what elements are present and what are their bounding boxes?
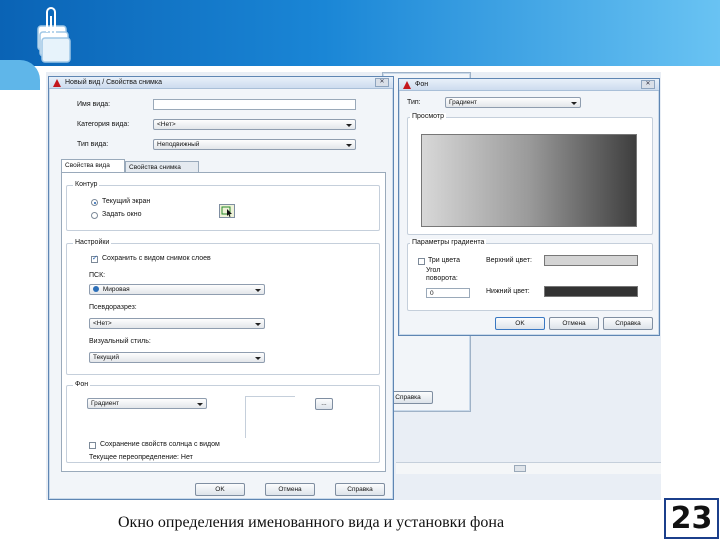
save-layers-label: Сохранить с видом снимок слоев (102, 255, 211, 262)
background-dialog-title: Фон (415, 81, 429, 88)
ucs-value: Мировая (102, 286, 130, 293)
chevron-down-icon (255, 289, 261, 292)
screenshot-area: Справка Новый вид / Свойства снимка ✕ Им… (46, 72, 661, 500)
chevron-down-icon (255, 357, 261, 360)
bottom-color-label: Нижний цвет: (486, 288, 530, 295)
pick-cursor-icon (221, 206, 232, 217)
view-category-value: <Нет> (157, 121, 176, 128)
section-value: <Нет> (93, 320, 112, 327)
bg-help-button[interactable]: Справка (603, 317, 653, 330)
autocad-icon (53, 78, 62, 87)
ucs-label: ПСК: (89, 272, 106, 279)
top-color-swatch[interactable] (544, 255, 638, 266)
visual-style-value: Текущий (93, 354, 119, 361)
gradient-params-title: Параметры градиента (410, 239, 487, 246)
radio-current-screen-label: Текущий экран (102, 198, 151, 205)
sun-properties-checkbox[interactable] (89, 442, 96, 449)
visual-style-select[interactable]: Текущий (89, 352, 265, 363)
chevron-down-icon (346, 124, 352, 127)
bg-type-label: Тип: (407, 99, 421, 106)
background-preview (245, 396, 295, 438)
view-ok-button[interactable]: OK (195, 483, 245, 496)
gradient-params-group: Параметры градиента Три цвета Угол повор… (407, 239, 653, 311)
contour-title: Контур (73, 181, 100, 188)
view-name-label: Имя вида: (77, 101, 111, 108)
top-color-label: Верхний цвет: (486, 257, 532, 264)
view-category-label: Категория вида: (77, 121, 130, 128)
view-dialog-title: Новый вид / Свойства снимка (65, 79, 162, 86)
background-title: Фон (73, 381, 91, 388)
close-button[interactable]: ✕ (375, 78, 389, 87)
scroll-handle[interactable] (514, 465, 526, 472)
three-colors-label: Три цвета (428, 257, 460, 264)
slide-caption: Окно определения именованного вида и уст… (118, 514, 505, 531)
view-category-select[interactable]: <Нет> (153, 119, 356, 130)
bottom-color-swatch[interactable] (544, 286, 638, 297)
scroll-strip (396, 462, 661, 474)
bg-ok-button[interactable]: OK (495, 317, 545, 330)
visual-style-label: Визуальный стиль: (89, 338, 151, 345)
chevron-down-icon (346, 144, 352, 147)
bg-type-value: Градиент (449, 99, 477, 106)
background-group: Фон Градиент ... Сохранение свойств солн… (66, 381, 380, 463)
view-type-label: Тип вида: (77, 141, 109, 148)
three-colors-checkbox[interactable] (418, 258, 425, 265)
settings-group: Настройки Сохранить с видом снимок слоев… (66, 239, 380, 375)
bg-type-select[interactable]: Градиент (445, 97, 581, 108)
settings-title: Настройки (73, 239, 112, 246)
radio-define-window-label: Задать окно (102, 211, 142, 218)
sun-properties-label: Сохранение свойств солнца с видом (100, 441, 220, 448)
chevron-down-icon (255, 323, 261, 326)
autocad-icon (403, 80, 412, 89)
pick-window-button[interactable] (219, 204, 235, 218)
top-banner (0, 0, 720, 66)
gradient-preview (421, 134, 637, 227)
radio-define-window[interactable] (91, 212, 98, 219)
chevron-down-icon (197, 403, 203, 406)
override-label: Текущее переопределение: Нет (89, 454, 193, 461)
background-value: Градиент (91, 400, 119, 407)
paperclip-stack-logo (37, 7, 71, 63)
radio-current-screen[interactable] (91, 199, 98, 206)
view-dialog: Новый вид / Свойства снимка ✕ Имя вида: … (48, 76, 394, 500)
close-button[interactable]: ✕ (641, 80, 655, 89)
background-browse-button[interactable]: ... (315, 398, 333, 410)
tab-panel: Контур Текущий экран Задать окно Настрой… (61, 172, 386, 472)
page-number: 23 (664, 498, 719, 539)
view-name-input[interactable] (153, 99, 356, 110)
view-dialog-titlebar: Новый вид / Свойства снимка ✕ (49, 77, 393, 89)
ucs-select[interactable]: Мировая (89, 284, 265, 295)
section-select[interactable]: <Нет> (89, 318, 265, 329)
view-type-select[interactable]: Неподвижный (153, 139, 356, 150)
tab-view-properties[interactable]: Свойства вида (61, 159, 125, 172)
contour-group: Контур Текущий экран Задать окно (66, 181, 380, 231)
view-cancel-button[interactable]: Отмена (265, 483, 315, 496)
angle-label: Угол поворота: (426, 267, 458, 282)
view-help-button[interactable]: Справка (335, 483, 385, 496)
save-layers-checkbox[interactable] (91, 254, 98, 263)
chevron-down-icon (571, 102, 577, 105)
background-dialog: Фон ✕ Тип: Градиент Просмотр Параметры г… (398, 78, 660, 336)
section-label: Псевдоразрез: (89, 304, 137, 311)
angle-input[interactable]: 0 (426, 288, 470, 298)
preview-title: Просмотр (410, 113, 446, 120)
globe-icon (93, 286, 99, 293)
bg-cancel-button[interactable]: Отмена (549, 317, 599, 330)
background-dialog-titlebar: Фон ✕ (399, 79, 659, 91)
view-type-value: Неподвижный (157, 141, 200, 148)
background-select[interactable]: Градиент (87, 398, 207, 409)
